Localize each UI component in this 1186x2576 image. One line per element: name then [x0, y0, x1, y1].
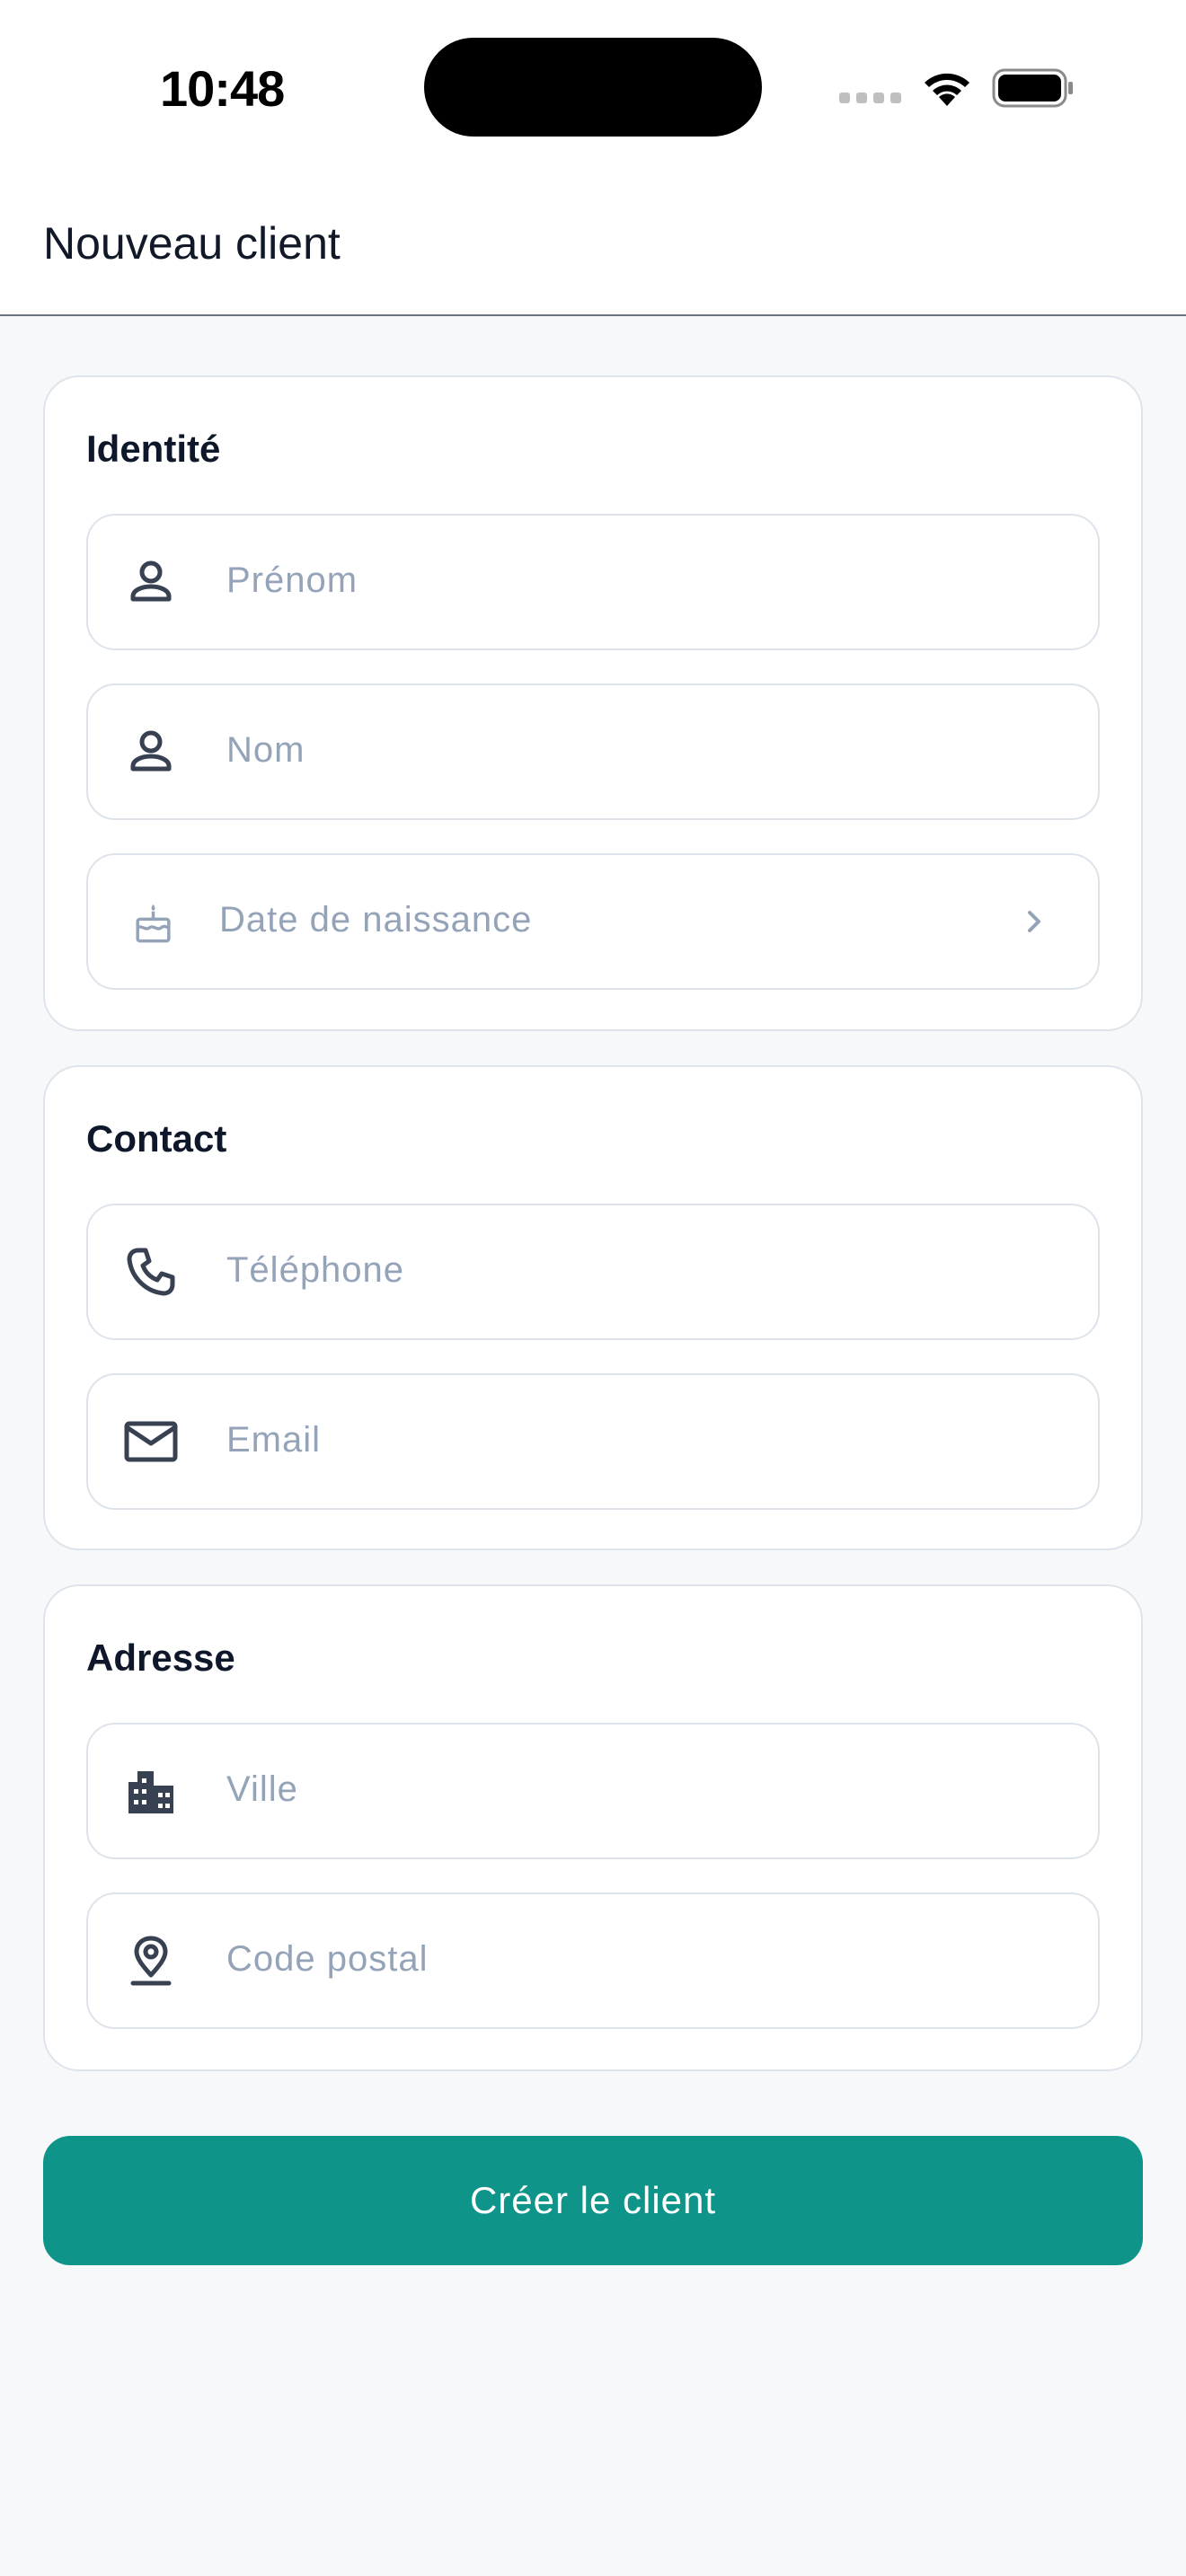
navigation-header: Nouveau client	[0, 167, 1186, 316]
status-indicators	[839, 65, 1082, 108]
first-name-placeholder: Prénom	[226, 560, 358, 600]
cake-icon	[136, 904, 171, 943]
wifi-icon	[925, 73, 969, 106]
building-icon	[128, 1771, 173, 1813]
first-name-field[interactable]: Prénom	[86, 514, 1100, 650]
contact-section: Contact Téléphone Email	[43, 1065, 1143, 1550]
email-placeholder: Email	[226, 1420, 322, 1460]
birth-date-placeholder: Date de naissance	[219, 900, 533, 940]
contact-section-title: Contact	[86, 1117, 227, 1160]
create-client-button[interactable]: Créer le client	[43, 2136, 1143, 2265]
phone-field[interactable]: Téléphone	[86, 1204, 1100, 1340]
mail-icon	[124, 1421, 178, 1462]
person-icon	[130, 560, 172, 602]
last-name-field[interactable]: Nom	[86, 684, 1100, 820]
dynamic-island	[424, 38, 762, 137]
page-title: Nouveau client	[43, 218, 341, 269]
birth-date-field[interactable]: Date de naissance	[86, 853, 1100, 990]
address-section: Adresse Ville Code postal	[43, 1584, 1143, 2071]
last-name-placeholder: Nom	[226, 730, 305, 770]
location-pin-icon	[130, 1936, 172, 1986]
status-bar: 10:48	[0, 0, 1186, 167]
battery-icon	[992, 68, 1073, 108]
identity-section: Identité Prénom Nom Date de naissance	[43, 375, 1143, 1031]
city-placeholder: Ville	[226, 1769, 298, 1809]
email-field[interactable]: Email	[86, 1373, 1100, 1510]
person-icon	[130, 730, 172, 772]
cellular-signal-icon	[839, 92, 907, 108]
postal-code-field[interactable]: Code postal	[86, 1892, 1100, 2029]
identity-section-title: Identité	[86, 428, 221, 470]
status-time: 10:48	[160, 60, 285, 117]
city-field[interactable]: Ville	[86, 1723, 1100, 1859]
phone-placeholder: Téléphone	[226, 1250, 405, 1290]
phone-icon	[127, 1248, 175, 1296]
postal-code-placeholder: Code postal	[226, 1939, 429, 1979]
address-section-title: Adresse	[86, 1636, 235, 1679]
chevron-right-icon	[1028, 911, 1040, 932]
